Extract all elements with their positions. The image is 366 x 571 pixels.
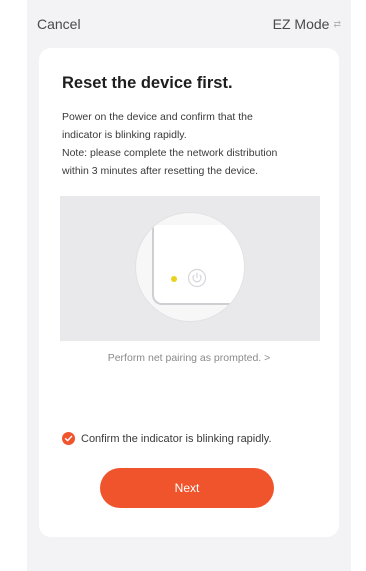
card-title: Reset the device first. bbox=[62, 74, 233, 92]
app-screen: Cancel EZ Mode ⇄ Reset the device first.… bbox=[27, 0, 351, 571]
cancel-button[interactable]: Cancel bbox=[37, 16, 81, 32]
net-pairing-link[interactable]: Perform net pairing as prompted. > bbox=[39, 352, 339, 364]
checkmark-icon bbox=[64, 435, 73, 442]
confirm-indicator-checkbox[interactable]: Confirm the indicator is blinking rapidl… bbox=[62, 432, 272, 445]
indicator-led-icon bbox=[171, 276, 177, 282]
card-description: Power on the device and confirm that the… bbox=[62, 108, 324, 180]
description-line: within 3 minutes after resetting the dev… bbox=[62, 165, 259, 177]
device-body bbox=[152, 225, 244, 305]
zoom-circle bbox=[135, 212, 245, 322]
swap-arrows-icon: ⇄ bbox=[333, 18, 341, 29]
description-line: indicator is blinking rapidly. bbox=[62, 129, 187, 141]
description-line: Note: please complete the network distri… bbox=[62, 147, 278, 159]
reset-instructions-card: Reset the device first. Power on the dev… bbox=[39, 48, 339, 537]
next-button[interactable]: Next bbox=[100, 468, 274, 508]
top-bar: Cancel EZ Mode ⇄ bbox=[27, 0, 351, 48]
description-line: Power on the device and confirm that the bbox=[62, 111, 253, 123]
device-illustration bbox=[60, 196, 320, 341]
power-icon bbox=[187, 268, 207, 288]
ez-mode-label: EZ Mode bbox=[272, 16, 330, 32]
ez-mode-switch[interactable]: EZ Mode ⇄ bbox=[273, 16, 341, 32]
check-circle-icon bbox=[62, 432, 75, 445]
confirm-indicator-label: Confirm the indicator is blinking rapidl… bbox=[81, 432, 272, 445]
